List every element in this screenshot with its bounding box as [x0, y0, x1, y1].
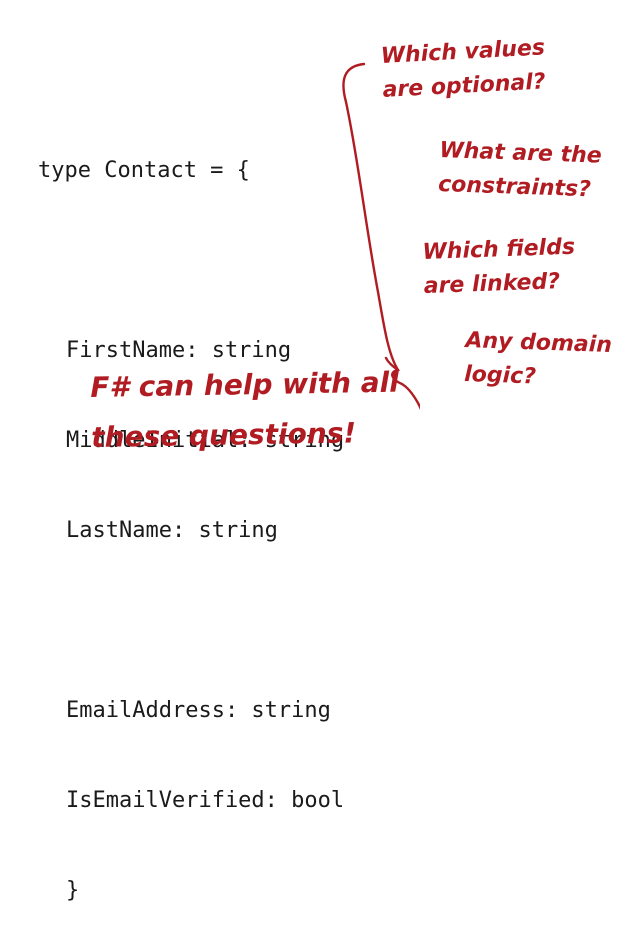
annotation-linked-fields: Which fields are linked?	[422, 231, 577, 304]
annotation-line: Any domain	[464, 327, 613, 359]
annotation-line: are linked?	[423, 269, 561, 299]
annotation-line: What are the	[438, 137, 603, 169]
annotation-domain-logic: Any domain logic?	[464, 324, 613, 397]
code-block: type Contact = { FirstName: string Middl…	[38, 96, 344, 936]
code-line-last-name: LastName: string	[66, 518, 278, 543]
code-line-closing-brace: }	[66, 878, 80, 903]
annotation-line: logic?	[463, 361, 537, 390]
annotation-line: these questions!	[90, 416, 357, 454]
annotation-conclusion: F# can help with all these questions!	[90, 361, 400, 460]
annotation-line: Which fields	[422, 234, 576, 265]
annotation-optional-values: Which values are optional?	[380, 31, 548, 108]
annotation-line: F# can help with all	[90, 365, 400, 404]
annotation-line: constraints?	[437, 171, 592, 203]
code-line-email-address: EmailAddress: string	[66, 698, 331, 723]
annotation-constraints: What are the constraints?	[438, 134, 603, 208]
code-line-type-declaration: type Contact = {	[38, 158, 250, 183]
code-line-is-email-verified: IsEmailVerified: bool	[66, 788, 345, 813]
annotation-line: are optional?	[381, 69, 547, 103]
